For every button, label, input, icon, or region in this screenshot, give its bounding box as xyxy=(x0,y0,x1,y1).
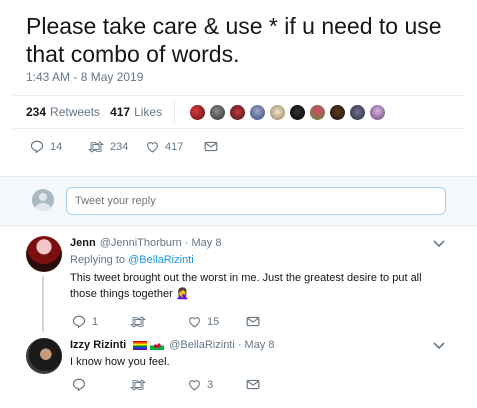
tweet-text: Please take care & use * if u need to us… xyxy=(26,13,442,67)
retweet-icon xyxy=(130,315,146,328)
like-action[interactable]: 15 xyxy=(188,316,246,328)
author-handle[interactable]: @JenniThorburn xyxy=(100,237,182,249)
liker-avatar[interactable] xyxy=(189,103,207,121)
author-name[interactable]: Izzy Rizinti xyxy=(70,339,126,351)
envelope-icon xyxy=(246,379,260,390)
replying-to-handle[interactable]: @BellaRizinti xyxy=(128,254,194,266)
tweet-stats: 234 Retweets 417 Likes xyxy=(26,100,389,124)
like-action[interactable]: 3 xyxy=(188,379,246,391)
reply-icon xyxy=(72,378,86,391)
chevron-down-icon[interactable] xyxy=(433,240,445,248)
reply-date[interactable]: · May 8 xyxy=(238,339,275,351)
stats-separator xyxy=(174,101,176,123)
dm-action[interactable] xyxy=(246,316,304,327)
liker-avatar[interactable] xyxy=(249,103,267,121)
reply-action[interactable] xyxy=(72,378,130,391)
reply-action[interactable]: 14 xyxy=(30,140,88,153)
wales-flag-icon xyxy=(150,340,165,350)
retweets-label: Retweets xyxy=(50,105,101,119)
retweet-icon xyxy=(130,378,146,391)
retweet-action[interactable] xyxy=(130,378,188,391)
retweet-action[interactable]: 234 xyxy=(88,141,146,153)
like-action[interactable]: 417 xyxy=(146,141,204,153)
heart-icon xyxy=(189,379,200,391)
reply-text: This tweet brought out the worst in me. … xyxy=(70,272,422,300)
liker-avatars xyxy=(189,103,389,121)
reply-composer xyxy=(0,176,477,226)
replying-to-label: Replying to xyxy=(70,254,126,266)
reply-tweet[interactable]: Izzy Rizinti @BellaRizinti · May 8 I kno… xyxy=(0,336,477,408)
author-handle[interactable]: @BellaRizinti xyxy=(169,339,235,351)
thread-line xyxy=(42,276,44,332)
reply-text: I know how you feel. xyxy=(70,356,170,368)
liker-avatar[interactable] xyxy=(229,103,247,121)
reply-icon xyxy=(72,315,86,328)
divider xyxy=(13,95,464,96)
likes-label: Likes xyxy=(134,105,163,119)
user-avatar xyxy=(32,189,54,211)
liker-avatar[interactable] xyxy=(269,103,287,121)
dm-action[interactable] xyxy=(246,379,304,390)
reply-input[interactable] xyxy=(66,187,446,215)
tweet-timestamp[interactable]: 1:43 AM - 8 May 2019 xyxy=(26,70,143,84)
divider xyxy=(13,128,464,129)
like-count: 15 xyxy=(207,315,220,328)
reply-icon xyxy=(30,140,44,153)
envelope-icon xyxy=(204,141,218,152)
reply-header: Izzy Rizinti @BellaRizinti · May 8 xyxy=(70,339,275,351)
heart-icon xyxy=(147,141,158,153)
retweets-count: 234 xyxy=(26,105,47,119)
retweet-icon xyxy=(88,140,104,153)
reply-actions: 1 15 xyxy=(72,315,304,328)
retweets-stat[interactable]: 234 Retweets xyxy=(26,105,100,119)
liker-avatar[interactable] xyxy=(329,103,347,121)
retweet-count: 234 xyxy=(110,140,129,153)
chevron-down-icon[interactable] xyxy=(433,342,445,350)
reply-actions: 3 xyxy=(72,378,304,391)
reply-count: 1 xyxy=(92,315,99,328)
liker-avatar[interactable] xyxy=(309,103,327,121)
liker-avatar[interactable] xyxy=(209,103,227,121)
heart-icon xyxy=(189,316,200,328)
like-count: 3 xyxy=(207,378,214,391)
dm-action[interactable] xyxy=(204,141,262,152)
avatar[interactable] xyxy=(26,236,62,272)
reply-tweet[interactable]: Jenn @JenniThorburn · May 8 Replying to … xyxy=(0,226,477,336)
liker-avatar[interactable] xyxy=(349,103,367,121)
rainbow-flag-icon xyxy=(133,340,148,350)
avatar[interactable] xyxy=(26,338,62,374)
likes-count: 417 xyxy=(110,105,131,119)
retweet-action[interactable] xyxy=(130,315,188,328)
reply-count: 14 xyxy=(50,140,63,153)
replying-to: Replying to @BellaRizinti xyxy=(70,254,194,266)
tweet-actions: 14 234 417 xyxy=(30,140,262,153)
reply-header: Jenn @JenniThorburn · May 8 xyxy=(70,237,221,249)
likes-stat[interactable]: 417 Likes xyxy=(110,105,162,119)
reply-date[interactable]: · May 8 xyxy=(185,237,222,249)
reply-action[interactable]: 1 xyxy=(72,315,130,328)
author-name[interactable]: Jenn xyxy=(70,237,96,249)
like-count: 417 xyxy=(165,140,184,153)
envelope-icon xyxy=(246,316,260,327)
liker-avatar[interactable] xyxy=(289,103,307,121)
liker-avatar[interactable] xyxy=(369,103,387,121)
